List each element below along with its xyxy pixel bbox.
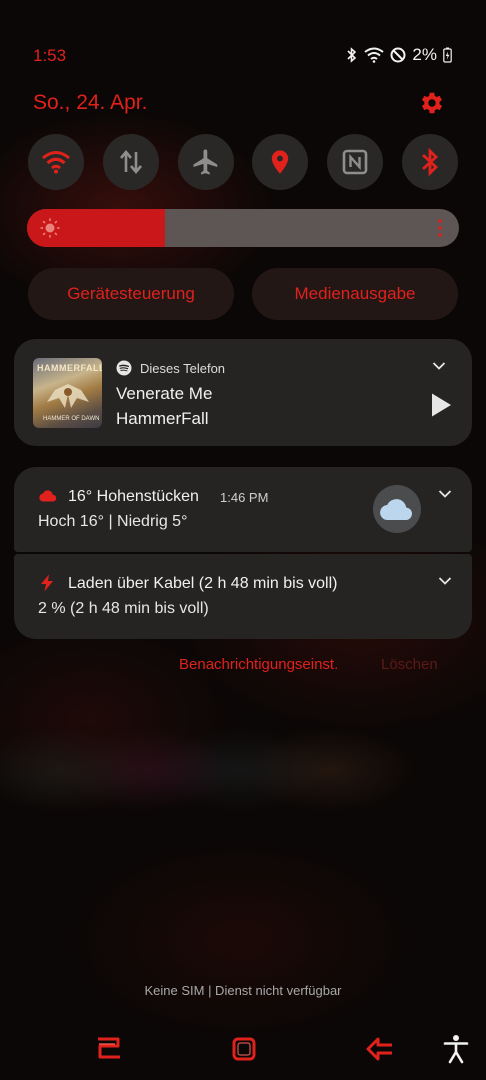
charging-title: Laden über Kabel (2 h 48 min bis voll) xyxy=(68,575,338,592)
wifi-icon xyxy=(42,151,70,174)
nfc-icon xyxy=(342,149,368,175)
mobile-data-icon xyxy=(119,149,142,175)
toggle-mobile-data[interactable] xyxy=(102,134,159,190)
battery-charging-icon xyxy=(443,47,452,63)
weather-subtitle: Hoch 16° | Niedrig 5° xyxy=(38,513,188,530)
media-source-label: Dieses Telefon xyxy=(140,360,226,376)
weather-condition xyxy=(373,485,421,533)
play-icon[interactable] xyxy=(430,392,452,418)
album-caption: HAMMER OF DAWN xyxy=(43,416,100,422)
chevron-down-icon[interactable] xyxy=(438,576,452,586)
weather-title: 16° Hohenstücken xyxy=(68,488,199,505)
weather-notification[interactable]: 16° Hohenstücken 1:46 PM Hoch 16° | Nied… xyxy=(14,467,472,552)
chevron-down-icon[interactable] xyxy=(432,361,446,371)
gear-icon xyxy=(421,92,443,114)
date-label: So., 24. Apr. xyxy=(33,91,148,114)
location-icon xyxy=(272,150,289,174)
bolt-icon xyxy=(41,574,53,592)
toggle-nfc[interactable] xyxy=(327,134,384,190)
media-source[interactable]: Dieses Telefon xyxy=(116,360,225,376)
bluetooth-icon xyxy=(422,147,439,177)
track-title: Venerate Me xyxy=(116,384,213,403)
weather-time: 1:46 PM xyxy=(220,490,269,505)
album-art: HAMMERFALL HAMMER OF DAWN xyxy=(33,358,102,428)
device-control-button[interactable]: Gerätesteuerung xyxy=(28,268,234,320)
brightness-slider[interactable] xyxy=(27,209,459,247)
media-output-button[interactable]: Medienausgabe xyxy=(252,268,458,320)
recent-apps-icon[interactable] xyxy=(95,1035,123,1061)
accessibility-icon[interactable] xyxy=(442,1034,470,1064)
quick-settings-toggles xyxy=(28,134,458,190)
wifi-icon xyxy=(364,47,385,63)
airplane-icon xyxy=(193,149,217,175)
toggle-wifi[interactable] xyxy=(28,134,84,190)
home-icon[interactable] xyxy=(231,1036,257,1062)
battery-percent: 2% xyxy=(412,45,437,64)
toggle-location[interactable] xyxy=(252,134,309,190)
do-not-disturb-icon xyxy=(390,47,406,63)
sun-icon xyxy=(40,218,60,238)
spotify-icon xyxy=(116,360,132,376)
toggle-airplane-mode[interactable] xyxy=(177,134,234,190)
status-time: 1:53 xyxy=(33,46,67,65)
back-icon[interactable] xyxy=(366,1036,394,1062)
charging-notification[interactable]: Laden über Kabel (2 h 48 min bis voll) 2… xyxy=(14,554,472,639)
cloud-icon xyxy=(380,499,412,521)
status-icons: 2% xyxy=(346,45,452,65)
more-vertical-icon[interactable] xyxy=(438,219,442,237)
album-wings-graphic xyxy=(47,384,89,408)
settings-button[interactable] xyxy=(418,89,446,117)
toggle-bluetooth[interactable] xyxy=(401,134,458,190)
charging-subtitle: 2 % (2 h 48 min bis voll) xyxy=(38,600,209,617)
media-player-card[interactable]: HAMMERFALL HAMMER OF DAWN Dieses Telefon… xyxy=(14,339,472,446)
chevron-down-icon[interactable] xyxy=(438,489,452,499)
track-artist: HammerFall xyxy=(116,409,209,428)
cloud-icon xyxy=(39,490,57,502)
clear-all-button[interactable]: Löschen xyxy=(381,656,438,673)
album-logo: HAMMERFALL xyxy=(37,363,102,373)
sim-status: Keine SIM | Dienst nicht verfügbar xyxy=(144,983,342,998)
bluetooth-icon xyxy=(347,47,357,63)
notification-settings-button[interactable]: Benachrichtigungseinst. xyxy=(179,656,338,673)
